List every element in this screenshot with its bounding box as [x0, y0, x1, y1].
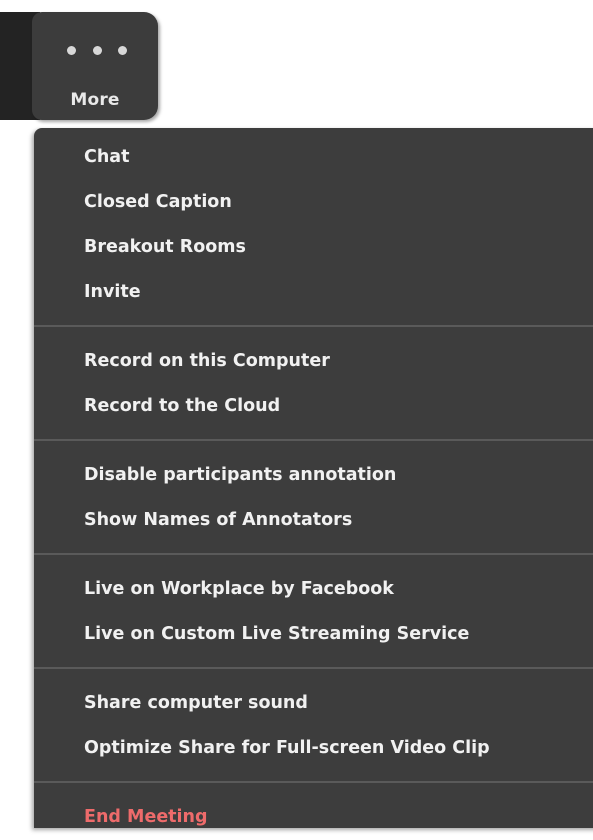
more-button-label: More [70, 90, 120, 110]
more-button[interactable]: More [32, 12, 158, 120]
menu-divider [34, 439, 593, 441]
menu-item-live-custom[interactable]: Live on Custom Live Streaming Service [34, 612, 593, 657]
menu-item-show-annotators[interactable]: Show Names of Annotators [34, 498, 593, 543]
menu-item-share-sound[interactable]: Share computer sound [34, 681, 593, 726]
menu-item-live-workplace[interactable]: Live on Workplace by Facebook [34, 567, 593, 612]
menu-divider [34, 553, 593, 555]
menu-item-record-cloud[interactable]: Record to the Cloud [34, 384, 593, 429]
menu-divider [34, 667, 593, 669]
menu-item-chat[interactable]: Chat [34, 135, 593, 180]
menu-divider [34, 325, 593, 327]
menu-divider [34, 781, 593, 783]
menu-group-annotation: Disable participants annotation Show Nam… [34, 453, 593, 543]
menu-item-closed-caption[interactable]: Closed Caption [34, 180, 593, 225]
menu-group-share: Share computer sound Optimize Share for … [34, 681, 593, 771]
menu-item-record-computer[interactable]: Record on this Computer [34, 339, 593, 384]
menu-item-end-meeting[interactable]: End Meeting [34, 795, 593, 840]
menu-item-invite[interactable]: Invite [34, 270, 593, 315]
menu-group-meeting: Chat Closed Caption Breakout Rooms Invit… [34, 128, 593, 315]
ellipsis-icon [67, 46, 127, 56]
menu-item-optimize-share[interactable]: Optimize Share for Full-screen Video Cli… [34, 726, 593, 771]
more-options-menu: Chat Closed Caption Breakout Rooms Invit… [34, 128, 593, 828]
menu-item-breakout-rooms[interactable]: Breakout Rooms [34, 225, 593, 270]
menu-group-live: Live on Workplace by Facebook Live on Cu… [34, 567, 593, 657]
menu-group-end: End Meeting [34, 795, 593, 840]
menu-group-record: Record on this Computer Record to the Cl… [34, 339, 593, 429]
menu-item-disable-annotation[interactable]: Disable participants annotation [34, 453, 593, 498]
